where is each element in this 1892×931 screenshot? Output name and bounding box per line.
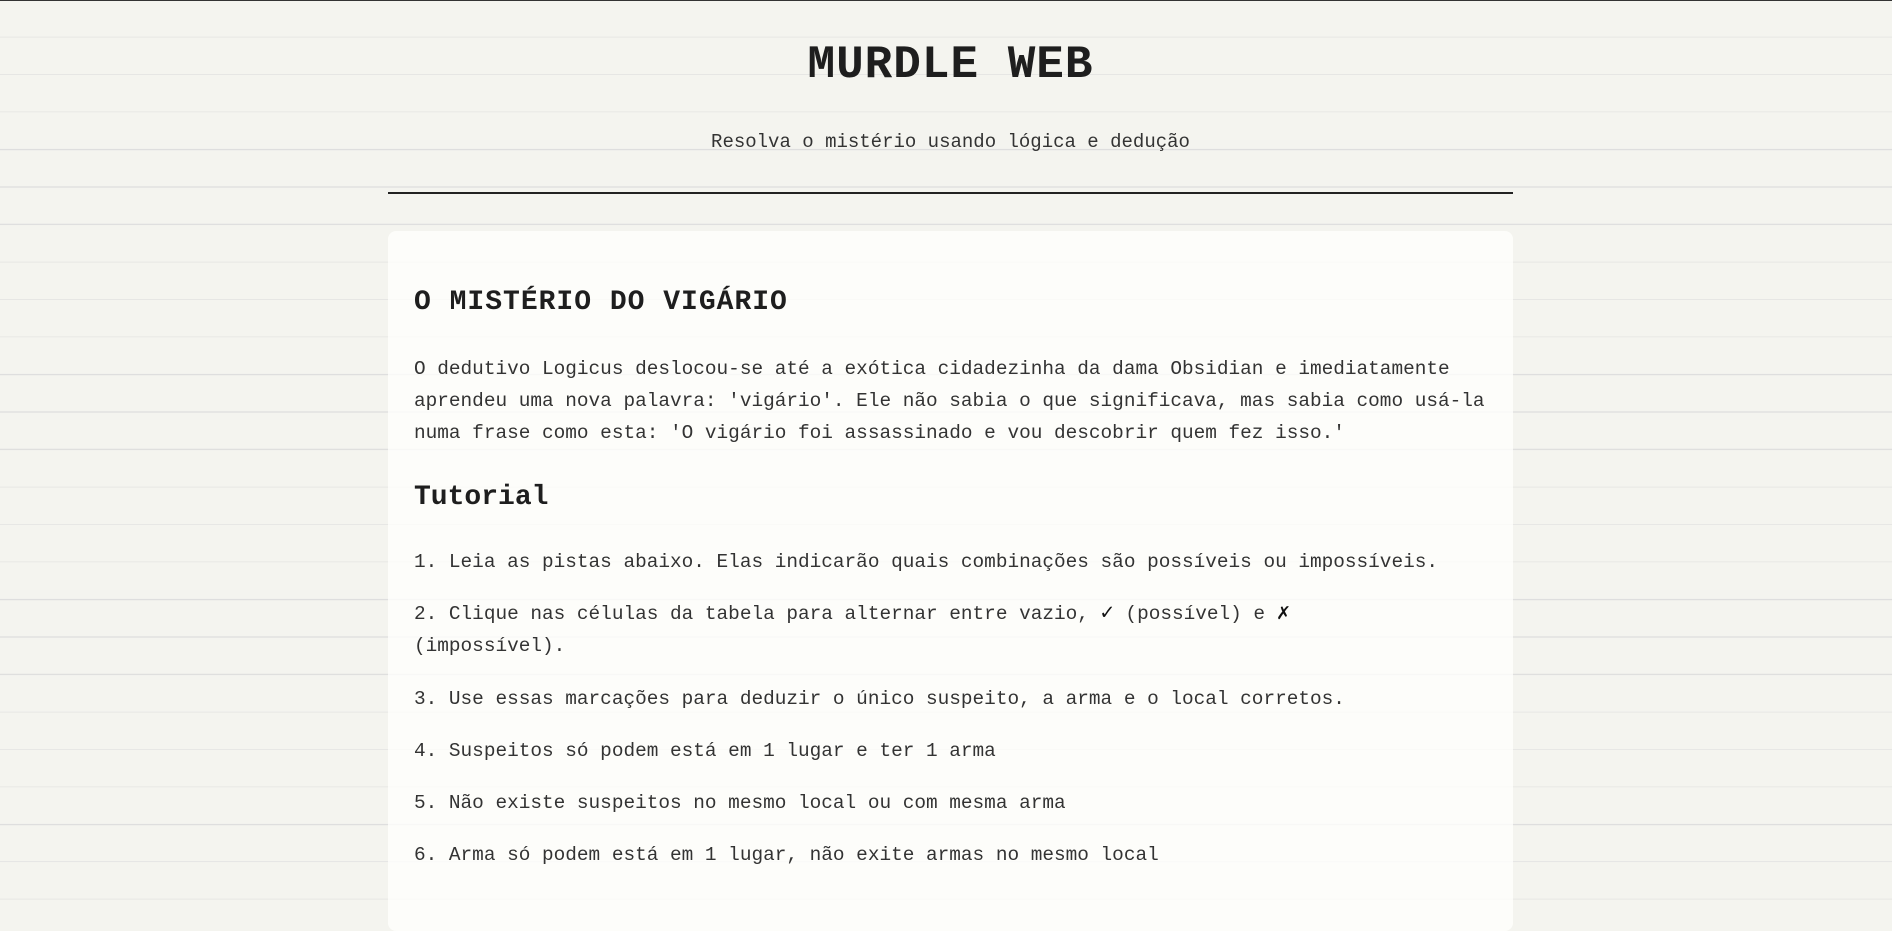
tutorial-step-2: 2. Clique nas células da tabela para alt… xyxy=(414,598,1494,662)
tutorial-step-6: 6. Arma só podem está em 1 lugar, não ex… xyxy=(414,844,1159,866)
tutorial-step-1: 1. Leia as pistas abaixo. Elas indicarão… xyxy=(414,551,1438,573)
tutorial-step-3: 3. Use essas marcações para deduzir o ún… xyxy=(414,688,1345,710)
mystery-card: O MISTÉRIO DO VIGÁRIO O dedutivo Logicus… xyxy=(388,231,1513,931)
tutorial-step-2-text-c: (impossível). xyxy=(414,635,566,657)
mystery-intro: O dedutivo Logicus deslocou-se até a exó… xyxy=(414,358,1485,444)
site-header: MURDLE WEB Resolva o mistério usando lóg… xyxy=(388,1,1513,194)
cross-mark-icon: ✗ xyxy=(1276,601,1290,626)
tutorial-step-2-text-b: (possível) e xyxy=(1113,603,1277,625)
site-title: MURDLE WEB xyxy=(807,39,1094,91)
tutorial-step-5: 5. Não existe suspeitos no mesmo local o… xyxy=(414,792,1066,814)
tutorial-step-4: 4. Suspeitos só podem está em 1 lugar e … xyxy=(414,740,996,762)
site-subtitle: Resolva o mistério usando lógica e deduç… xyxy=(711,131,1190,153)
check-mark-icon: ✓ xyxy=(1100,601,1114,626)
mystery-title: O MISTÉRIO DO VIGÁRIO xyxy=(414,287,788,318)
tutorial-step-2-text-a: 2. Clique nas células da tabela para alt… xyxy=(414,603,1101,625)
tutorial-title: Tutorial xyxy=(414,482,549,513)
